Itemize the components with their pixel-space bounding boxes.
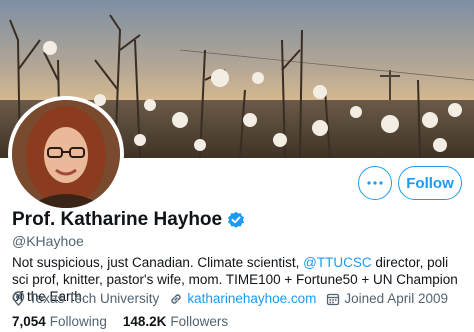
bio-text-before: Not suspicious, just Canadian. Climate s… <box>12 255 304 270</box>
profile-avatar[interactable] <box>8 96 124 212</box>
bio-mention-link[interactable]: @TTUCSC <box>303 255 371 270</box>
location-pin-icon <box>12 291 25 306</box>
joined-text: Joined April 2009 <box>344 291 448 306</box>
website-link[interactable]: katharinehayhoe.com <box>187 291 316 306</box>
profile-handle: @KHayhoe <box>12 233 84 249</box>
location-text: Texas Tech University <box>29 291 160 306</box>
website-item[interactable]: katharinehayhoe.com <box>169 291 316 306</box>
location-item: Texas Tech University <box>12 291 159 306</box>
following-label: Following <box>49 314 107 329</box>
profile-name-row: Prof. Katharine Hayhoe <box>12 209 245 231</box>
followers-count: 148.2K <box>122 314 167 329</box>
followers-label: Followers <box>170 314 229 329</box>
joined-item: Joined April 2009 <box>326 291 448 306</box>
follow-button[interactable]: Follow <box>398 166 462 200</box>
verified-badge-icon <box>228 211 245 228</box>
calendar-icon <box>327 293 340 305</box>
profile-meta: Texas Tech University katharinehayhoe.co… <box>12 291 458 306</box>
more-options-icon <box>367 181 383 185</box>
profile-stats: 7,054 Following 148.2K Followers <box>12 314 244 329</box>
profile-name: Prof. Katharine Hayhoe <box>12 209 223 230</box>
link-icon <box>171 293 181 304</box>
following-count: 7,054 <box>12 314 46 329</box>
following-stat[interactable]: 7,054 Following <box>12 314 107 329</box>
followers-stat[interactable]: 148.2K Followers <box>123 314 228 329</box>
more-options-button[interactable] <box>358 166 392 200</box>
